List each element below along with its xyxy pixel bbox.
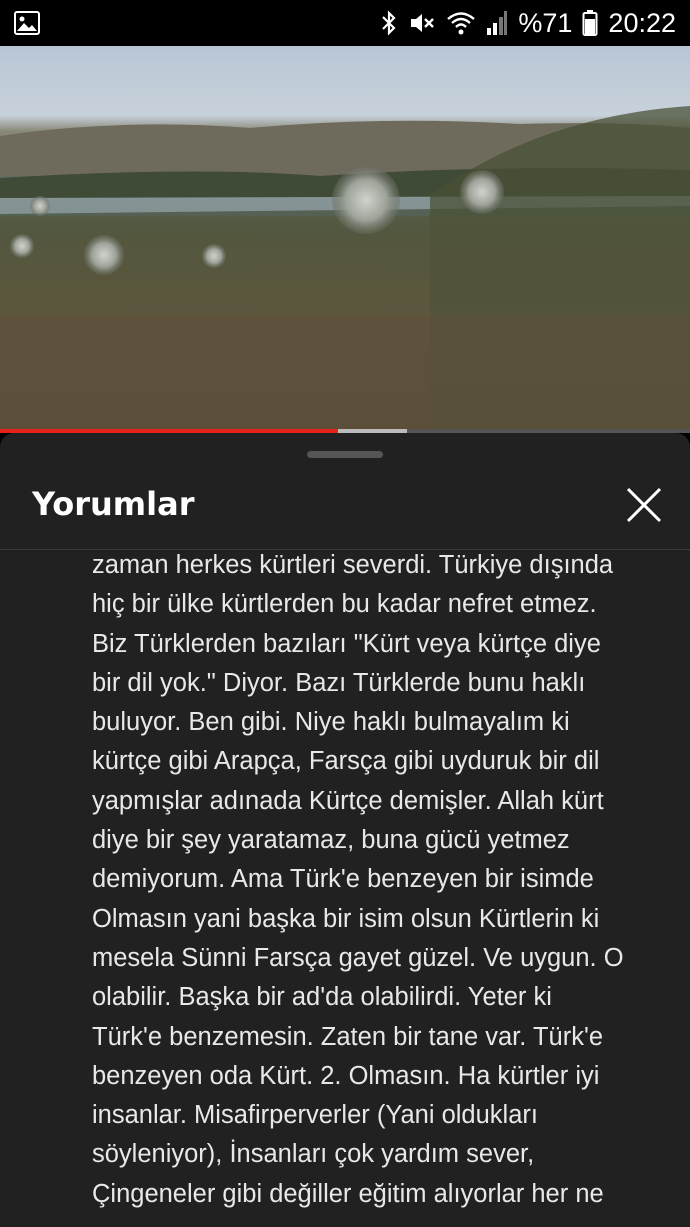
clock: 20:22 xyxy=(608,7,676,38)
comment-line: Türk'e benzemesin. Zaten bir tane var. T… xyxy=(92,1022,604,1051)
wifi-icon xyxy=(446,10,476,36)
mute-icon xyxy=(408,9,436,37)
comment-line: mesela Sünni Farsça gayet güzel. Ve uygu… xyxy=(92,943,624,972)
battery-icon xyxy=(582,9,598,37)
gallery-icon xyxy=(14,11,40,39)
comment-line: Biz Türklerden bazıları "Kürt veya kürtç… xyxy=(92,629,601,658)
video-frame xyxy=(0,106,690,432)
comment-line: benzeyen oda Kürt. 2. Olmasın. Ha kürtle… xyxy=(92,1061,600,1090)
comment-line: insanlar. Misafirperverler (Yani oldukla… xyxy=(92,1101,538,1130)
sheet-title: Yorumlar xyxy=(32,485,195,523)
comment-line: Olmasın yani başka bir isim olsun Kürtle… xyxy=(92,904,600,933)
signal-icon xyxy=(486,10,508,36)
comment-line: demiyorum. Ama Türk'e benzeyen bir isimd… xyxy=(92,865,594,894)
video-player[interactable] xyxy=(0,46,690,432)
comment-line: söyleniyor), İnsanları çok yardım sever, xyxy=(92,1140,535,1169)
battery-text: %71 xyxy=(518,7,573,38)
comment-line: diye bir şey yaratamaz, buna gücü yetmez xyxy=(92,826,570,855)
close-icon xyxy=(626,487,662,523)
comments-sheet: Yorumlar zaman herkes kürtleri severdi. … xyxy=(0,433,690,1227)
bluetooth-icon xyxy=(380,9,398,37)
drag-handle[interactable] xyxy=(307,451,383,458)
comment-line: olabilir. Başka bir ad'da olabilirdi. Ye… xyxy=(92,983,552,1012)
comment-line: hiç bir ülke kürtlerden bu kadar nefret … xyxy=(92,590,597,619)
comment-line: Çingeneler gibi değiller eğitim alıyorla… xyxy=(92,1179,604,1208)
close-button[interactable] xyxy=(624,485,664,525)
comment-line: bir dil yok." Diyor. Bazı Türklerde bunu… xyxy=(92,668,586,697)
status-bar: %71 20:22 xyxy=(0,0,690,46)
comment-line: yapmışlar adınada Kürtçe demişler. Allah… xyxy=(92,786,604,815)
comment-text: zaman herkes kürtleri severdi. Türkiye d… xyxy=(92,546,652,1214)
comment-line: kürtçe gibi Arapça, Farsça gibi uyduruk … xyxy=(92,747,600,776)
comment-line: zaman herkes kürtleri severdi. Türkiye d… xyxy=(92,551,614,579)
comment-line: buluyor. Ben gibi. Niye haklı bulmayalım… xyxy=(92,708,570,737)
